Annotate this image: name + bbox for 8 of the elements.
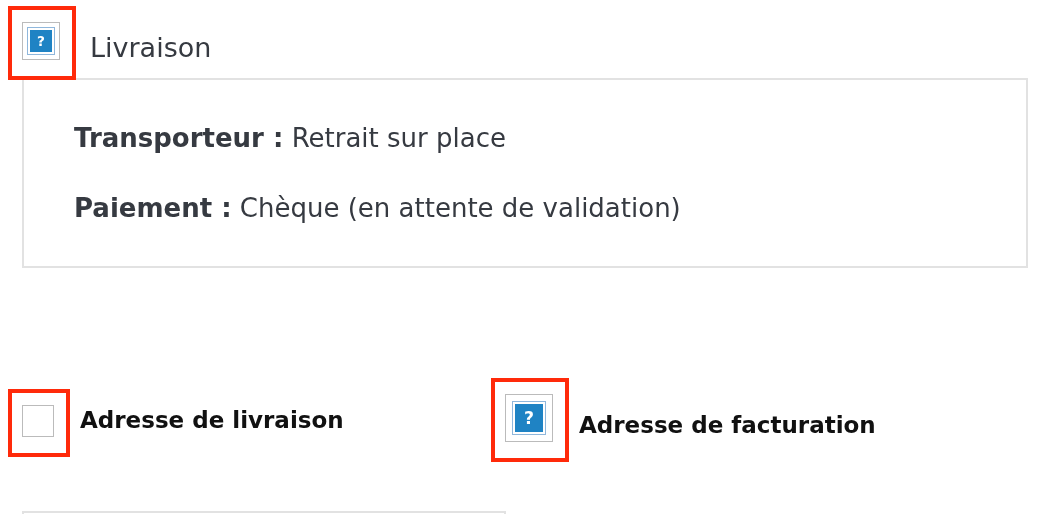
section-title: Adresse de livraison [80,406,344,433]
image-placeholder [22,404,54,437]
question-mark-icon: ? [28,28,54,54]
info-line: Paiement : Chèque (en attente de validation) [74,191,682,225]
section-title: Livraison [90,32,212,65]
info-line: Transporteur : Retrait sur place [74,122,507,155]
section-title: Adresse de facturation [579,411,876,438]
question-mark-icon: ? [513,401,545,434]
